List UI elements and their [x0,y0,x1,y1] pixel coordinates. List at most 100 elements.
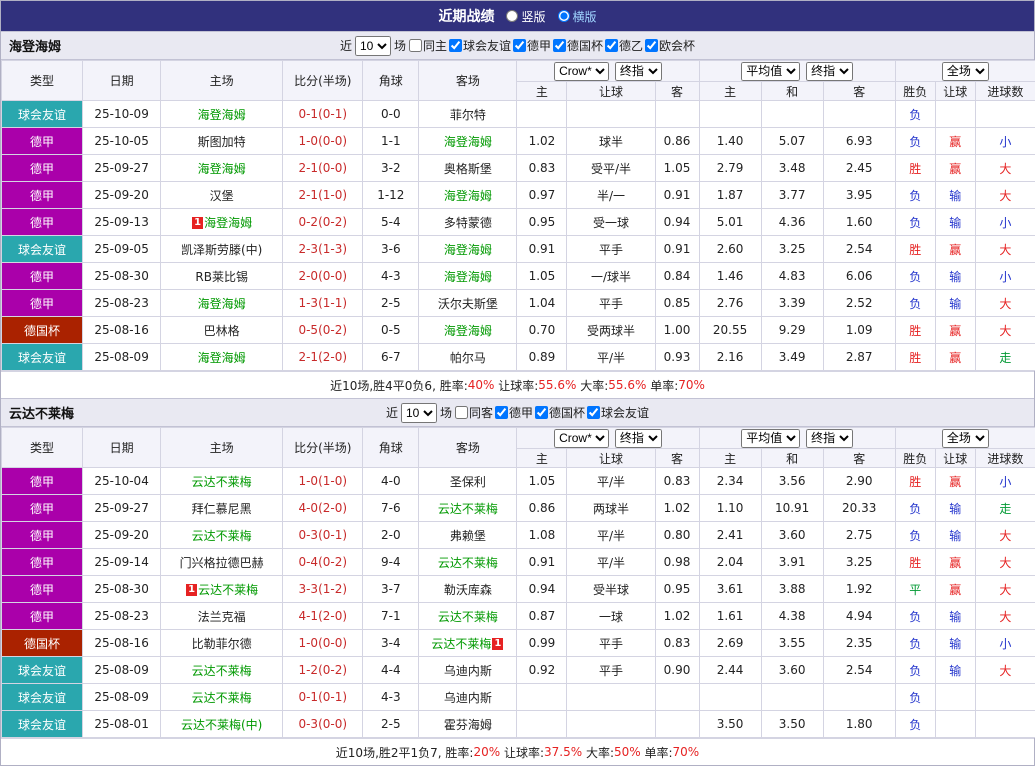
corner-score: 1-12 [363,182,419,209]
corner-score: 9-4 [363,549,419,576]
average-stage-select[interactable]: 终指 [806,429,853,448]
home-team: 海登海姆 [161,155,283,182]
subcol-handicap-home: 主 [517,82,567,101]
handicap-away-odds: 0.98 [655,549,699,576]
recent-count-select[interactable]: 10 [401,403,437,423]
filter-option-label: 德乙 [619,37,643,54]
filter-checkbox[interactable] [587,406,600,419]
filter-checkbox[interactable] [455,406,468,419]
subcol-handicap-line: 让球 [567,449,655,468]
filter-checkbox[interactable] [535,406,548,419]
filter-checkbox[interactable] [605,39,618,52]
match-score: 4-0(2-0) [283,495,363,522]
result-handicap: 输 [935,182,975,209]
result-winlose: 平 [895,576,935,603]
layout-option-vertical[interactable]: 竖版 [506,8,545,25]
team-section: 海登海姆 近 10 场 同主球会友谊德甲德国杯德乙欧会杯 类型 日期 主场 比分… [1,31,1034,398]
match-date: 25-08-09 [83,657,161,684]
match-row: 德甲25-09-14门兴格拉德巴赫0-4(0-2)9-4云达不莱梅0.91平/半… [2,549,1035,576]
away-team-name: 海登海姆 [444,324,492,338]
filter-option-5[interactable]: 欧会杯 [645,37,695,54]
filter-checkbox[interactable] [513,39,526,52]
result-handicap: 输 [935,603,975,630]
result-handicap: 输 [935,657,975,684]
home-team-name: 斯图加特 [198,135,246,149]
home-team-name: 云达不莱梅 [192,475,252,489]
filter-checkbox[interactable] [449,39,462,52]
subcol-avg-draw: 和 [761,449,823,468]
filter-option-3[interactable]: 德国杯 [553,37,603,54]
col-header-type: 类型 [2,428,83,468]
filter-checkbox[interactable] [409,39,422,52]
filter-option-2[interactable]: 德国杯 [535,404,585,421]
summary-segment: 让球率: [500,744,544,761]
result-handicap: 输 [935,630,975,657]
home-team-name: 海登海姆 [198,108,246,122]
average-select[interactable]: 平均值 [741,429,800,448]
result-handicap [935,684,975,711]
filter-option-2[interactable]: 德甲 [513,37,551,54]
handicap-home-odds: 1.04 [517,290,567,317]
filter-checkbox[interactable] [645,39,658,52]
bookmaker-select[interactable]: Crow* [554,62,609,81]
home-team: 1海登海姆 [161,209,283,236]
result-handicap: 赢 [935,549,975,576]
home-team: 巴林格 [161,317,283,344]
handicap-home-odds: 1.08 [517,522,567,549]
recent-count-select[interactable]: 10 [355,36,391,56]
average-select[interactable]: 平均值 [741,62,800,81]
filter-option-4[interactable]: 德乙 [605,37,643,54]
section-header: 海登海姆 近 10 场 同主球会友谊德甲德国杯德乙欧会杯 [1,31,1034,60]
filter-option-1[interactable]: 球会友谊 [449,37,511,54]
filter-option-0[interactable]: 同主 [409,37,447,54]
filter-option-3[interactable]: 球会友谊 [587,404,649,421]
match-date: 25-08-16 [83,317,161,344]
filter-option-1[interactable]: 德甲 [495,404,533,421]
summary-segment: 单率: [646,377,678,394]
league-type-badge: 球会友谊 [2,657,83,684]
match-row: 德甲25-09-27海登海姆2-1(0-0)3-2奥格斯堡0.83受平/半1.0… [2,155,1035,182]
away-team: 海登海姆 [419,317,517,344]
match-row: 球会友谊25-08-01云达不莱梅(中)0-3(0-0)2-5霍芬海姆3.503… [2,711,1035,738]
bookmaker-stage-select[interactable]: 终指 [615,62,662,81]
near-label: 近 [386,404,398,421]
col-header-corner: 角球 [363,428,419,468]
filter-checkbox[interactable] [495,406,508,419]
scope-select[interactable]: 全场 [942,429,989,448]
filter-option-label: 欧会杯 [659,37,695,54]
handicap-line: 一球 [567,603,655,630]
avg-away-odds: 2.35 [823,630,895,657]
col-header-date: 日期 [83,428,161,468]
vertical-radio[interactable] [506,10,518,22]
results-tbody: 球会友谊25-10-09海登海姆0-1(0-1)0-0菲尔特负德甲25-10-0… [2,101,1035,371]
avg-away-odds: 2.90 [823,468,895,495]
match-row: 球会友谊25-09-05凯泽斯劳滕(中)2-3(1-3)3-6海登海姆0.91平… [2,236,1035,263]
bookmaker-stage-select[interactable]: 终指 [615,429,662,448]
avg-draw-odds: 3.49 [761,344,823,371]
corner-score: 4-3 [363,263,419,290]
layout-option-horizontal[interactable]: 横版 [558,8,597,25]
bookmaker-select[interactable]: Crow* [554,429,609,448]
result-winlose: 负 [895,101,935,128]
home-team: 云达不莱梅 [161,522,283,549]
avg-draw-odds: 3.60 [761,522,823,549]
away-team-name: 云达不莱梅 [431,637,491,651]
league-type-badge: 球会友谊 [2,344,83,371]
section-header: 云达不莱梅 近 10 场 同客德甲德国杯球会友谊 [1,398,1034,427]
average-stage-select[interactable]: 终指 [806,62,853,81]
result-winlose: 胜 [895,549,935,576]
filter-option-0[interactable]: 同客 [455,404,493,421]
filter-checkbox[interactable] [553,39,566,52]
results-table-head: 类型 日期 主场 比分(半场) 角球 客场 Crow* 终指 平均值 终指 [2,61,1035,101]
match-score: 0-5(0-2) [283,317,363,344]
horizontal-radio[interactable] [558,10,570,22]
red-card-badge: 1 [186,584,197,596]
handicap-home-odds: 0.91 [517,549,567,576]
away-team-name: 勒沃库森 [444,583,492,597]
away-team: 海登海姆 [419,128,517,155]
avg-home-odds: 2.60 [699,236,761,263]
handicap-line: 平手 [567,630,655,657]
away-team-name: 沃尔夫斯堡 [438,297,498,311]
subcol-handicap-home: 主 [517,449,567,468]
scope-select[interactable]: 全场 [942,62,989,81]
